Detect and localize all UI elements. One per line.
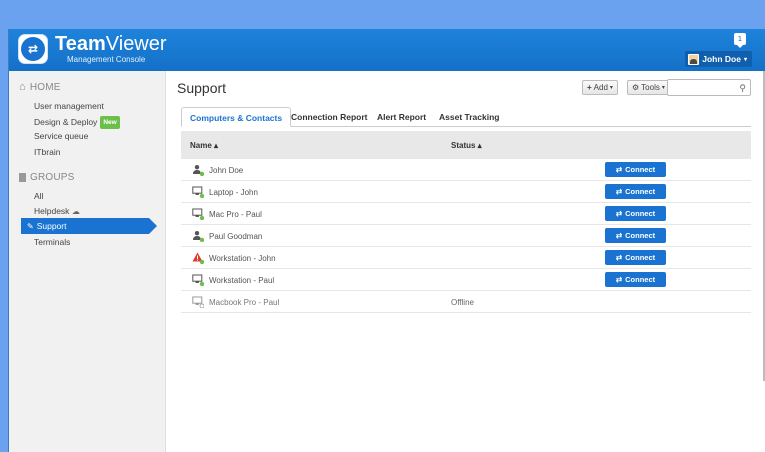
connect-button[interactable]: ⇄ Connect xyxy=(605,250,666,265)
sidebar-item-service-queue[interactable]: Service queue xyxy=(34,131,88,142)
connect-button[interactable]: ⇄ Connect xyxy=(605,162,666,177)
connect-button[interactable]: ⇄ Connect xyxy=(605,184,666,199)
user-menu-button[interactable]: John Doe ▾ xyxy=(685,51,752,67)
groups-icon xyxy=(19,173,26,182)
connect-label: Connect xyxy=(625,187,656,196)
row-status: Offline xyxy=(451,298,474,307)
tab-connection-report[interactable]: Connection Report xyxy=(291,107,368,127)
chevron-down-icon: ▾ xyxy=(743,56,747,63)
chevron-down-icon: ▾ xyxy=(609,85,613,91)
brand-bold: Team xyxy=(55,33,106,55)
table-header: Name ▴ Status ▴ xyxy=(181,131,751,159)
sidebar-groups[interactable]: GROUPS xyxy=(19,172,75,183)
connect-button[interactable]: ⇄ Connect xyxy=(605,228,666,243)
search-icon: ⚲ xyxy=(739,83,746,93)
brand-subtitle: Management Console xyxy=(67,55,146,64)
row-name: John Doe xyxy=(209,166,244,175)
brand: TeamViewer Management Console xyxy=(55,33,167,64)
connect-button[interactable]: ⇄ Connect xyxy=(605,272,666,287)
table-row[interactable]: Paul Goodman ⇄ Connect xyxy=(181,225,751,247)
sidebar-item-user-management[interactable]: User management xyxy=(34,101,104,112)
plus-icon: + xyxy=(587,83,592,92)
search-input[interactable]: ⚲ xyxy=(667,79,751,96)
table-row[interactable]: Workstation - John ⇄ Connect xyxy=(181,247,751,269)
table-row[interactable]: Laptop - John ⇄ Connect xyxy=(181,181,751,203)
home-icon: ⌂ xyxy=(19,81,26,93)
sidebar-item-label: Design & Deploy xyxy=(34,117,98,127)
pencil-icon: ✎ xyxy=(27,221,34,231)
add-button[interactable]: + Add ▾ xyxy=(582,80,618,95)
connect-label: Connect xyxy=(625,209,656,218)
connect-label: Connect xyxy=(625,253,656,262)
table-row[interactable]: Mac Pro - Paul ⇄ Connect xyxy=(181,203,751,225)
row-name: Workstation - John xyxy=(209,254,276,263)
computer-icon xyxy=(192,186,205,199)
gear-icon: ⚙ xyxy=(632,83,640,92)
new-badge: New xyxy=(100,116,120,129)
table-row[interactable]: Macbook Pro - Paul Offline xyxy=(181,291,751,313)
computer-icon xyxy=(192,296,205,309)
app-header: ⇄ TeamViewer Management Console 1 John D… xyxy=(9,29,765,71)
connect-label: Connect xyxy=(625,231,656,240)
page-title: Support xyxy=(177,80,227,96)
tools-button[interactable]: ⚙ Tools ▾ xyxy=(627,80,670,95)
brand-light: Viewer xyxy=(105,33,167,55)
computer-icon xyxy=(192,274,205,287)
sidebar-item-all[interactable]: All xyxy=(34,191,43,202)
row-name: Paul Goodman xyxy=(209,232,263,241)
table-row[interactable]: Workstation - Paul ⇄ Connect xyxy=(181,269,751,291)
cloud-icon: ☁ xyxy=(71,207,80,216)
computer-icon xyxy=(192,208,205,221)
row-name: Mac Pro - Paul xyxy=(209,210,262,219)
row-name: Macbook Pro - Paul xyxy=(209,298,280,307)
sidebar-item-label: Helpdesk xyxy=(34,206,70,216)
sidebar-item-itbrain[interactable]: ITbrain xyxy=(34,147,60,158)
column-status[interactable]: Status ▴ xyxy=(451,141,482,150)
user-name: John Doe xyxy=(702,54,741,64)
sidebar-item-helpdesk[interactable]: Helpdesk ☁ xyxy=(34,206,80,217)
notification-icon[interactable]: 1 xyxy=(734,33,746,48)
avatar xyxy=(688,53,700,65)
alert-icon xyxy=(192,252,205,265)
connect-arrows-icon: ⇄ xyxy=(615,165,623,174)
connect-arrows-icon: ⇄ xyxy=(615,187,623,196)
sidebar: ⌂ HOME User management Design & Deploy Ne… xyxy=(9,71,166,452)
column-name[interactable]: Name ▴ xyxy=(190,141,218,150)
connect-arrows-icon: ⇄ xyxy=(615,231,623,240)
desktop-background xyxy=(0,0,765,29)
tab-bar: Computers & Contacts Connection Report A… xyxy=(181,107,751,127)
main-panel: Support + Add ▾ ⚙ Tools ▾ ⚲ Computers & … xyxy=(167,71,765,452)
connect-label: Connect xyxy=(625,275,656,284)
tab-alert-report[interactable]: Alert Report xyxy=(377,107,426,127)
contact-icon xyxy=(192,230,205,243)
tab-asset-tracking[interactable]: Asset Tracking xyxy=(439,107,499,127)
add-label: Add xyxy=(593,83,608,92)
sidebar-groups-label: GROUPS xyxy=(30,172,75,183)
chevron-down-icon: ▾ xyxy=(661,85,665,91)
sidebar-item-support[interactable]: ✎ Support xyxy=(21,218,157,234)
connect-arrows-icon: ⇄ xyxy=(615,253,623,262)
sidebar-home[interactable]: ⌂ HOME xyxy=(19,81,61,93)
sidebar-item-terminals[interactable]: Terminals xyxy=(34,237,70,248)
connect-button[interactable]: ⇄ Connect xyxy=(605,206,666,221)
row-name: Workstation - Paul xyxy=(209,276,275,285)
tab-computers-contacts[interactable]: Computers & Contacts xyxy=(181,107,292,127)
app-window: ⇄ TeamViewer Management Console 1 John D… xyxy=(8,29,765,452)
table-row[interactable]: John Doe ⇄ Connect xyxy=(181,159,751,181)
connect-arrows-icon: ⇄ xyxy=(615,209,623,218)
teamviewer-logo-icon[interactable]: ⇄ xyxy=(18,34,48,64)
connect-label: Connect xyxy=(625,165,656,174)
sidebar-home-label: HOME xyxy=(29,81,61,93)
tools-label: Tools xyxy=(641,83,660,92)
connect-arrows-icon: ⇄ xyxy=(615,275,623,284)
sidebar-item-design-deploy[interactable]: Design & Deploy New xyxy=(34,116,120,129)
contact-icon xyxy=(192,164,205,177)
sidebar-item-label: Support xyxy=(36,221,67,231)
row-name: Laptop - John xyxy=(209,188,258,197)
